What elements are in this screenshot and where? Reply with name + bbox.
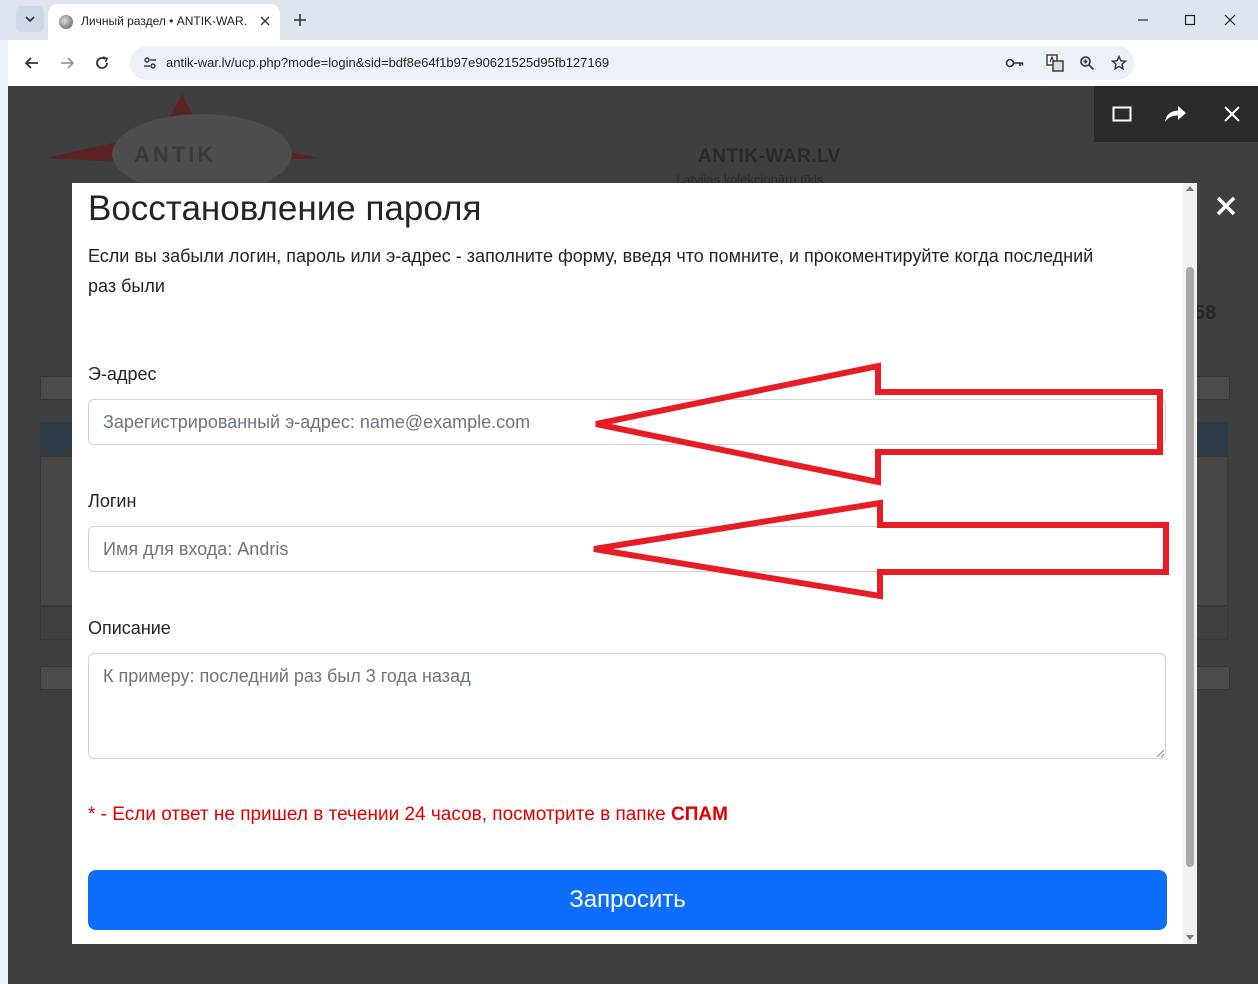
lightbox-share-button[interactable]	[1162, 100, 1190, 128]
forward-button[interactable]	[53, 49, 81, 77]
new-tab-button[interactable]	[288, 8, 312, 32]
share-icon	[1165, 106, 1186, 122]
close-icon	[1216, 196, 1236, 216]
spam-warning: * - Если ответ не пришел в течении 24 ча…	[88, 804, 728, 826]
description-label: Описание	[88, 618, 171, 638]
spam-warning-text: * - Если ответ не пришел в течении 24 ча…	[88, 804, 671, 825]
translate-icon	[1046, 54, 1064, 72]
minimize-button[interactable]	[1128, 6, 1158, 34]
chevron-down-icon	[25, 16, 35, 23]
modal-scrollbar[interactable]	[1183, 183, 1197, 944]
password-key-button[interactable]	[1004, 52, 1026, 74]
tab-close-button[interactable]	[256, 12, 274, 30]
modal-close-button[interactable]	[1212, 192, 1240, 220]
modal-title: Восстановление пароля	[88, 189, 482, 228]
tab-title: Личный раздел • ANTIK-WAR.LV	[81, 14, 246, 28]
zoom-button[interactable]	[1076, 52, 1098, 74]
minimize-icon	[1138, 19, 1148, 21]
scroll-down-arrow-icon[interactable]	[1186, 935, 1194, 940]
browser-toolbar: antik-war.lv/ucp.php?mode=login&sid=bdf8…	[8, 40, 1258, 86]
browser-tab-bar: Личный раздел • ANTIK-WAR.LV	[0, 0, 1258, 40]
close-icon	[260, 16, 270, 26]
browser-tab[interactable]: Личный раздел • ANTIK-WAR.LV	[48, 4, 280, 40]
plus-icon	[294, 14, 306, 26]
email-label: Э-адрес	[88, 364, 157, 384]
login-label: Логин	[88, 491, 137, 511]
expand-icon	[1112, 106, 1132, 122]
back-button[interactable]	[18, 49, 46, 77]
description-textarea[interactable]	[88, 653, 1166, 759]
scroll-thumb[interactable]	[1186, 267, 1194, 867]
spam-warning-strong: СПАМ	[670, 804, 728, 825]
close-icon	[1224, 106, 1240, 122]
left-edge-strip	[0, 40, 8, 984]
lightbox-expand-button[interactable]	[1108, 100, 1136, 128]
site-name: ANTIK-WAR.LV	[698, 146, 841, 167]
password-recovery-modal: Восстановление пароля Если вы забыли лог…	[72, 183, 1197, 944]
bookmark-button[interactable]	[1108, 52, 1130, 74]
url-text: antik-war.lv/ucp.php?mode=login&sid=bdf8…	[166, 55, 610, 70]
close-icon	[1224, 14, 1236, 26]
tab-search-button[interactable]	[16, 6, 44, 32]
login-field[interactable]	[88, 526, 1166, 572]
modal-description: Если вы забыли логин, пароль или э-адрес…	[88, 246, 1094, 296]
lightbox-toolbar	[1094, 86, 1258, 142]
scroll-up-arrow-icon[interactable]	[1186, 186, 1194, 191]
arrow-left-icon	[24, 57, 38, 69]
translate-button[interactable]	[1044, 52, 1066, 74]
reload-button[interactable]	[88, 49, 116, 77]
maximize-button[interactable]	[1175, 6, 1205, 34]
arrow-right-icon	[61, 57, 75, 69]
site-favicon-icon	[59, 15, 73, 29]
tune-icon	[144, 57, 156, 69]
lightbox-close-button[interactable]	[1218, 100, 1246, 128]
address-bar[interactable]: antik-war.lv/ucp.php?mode=login&sid=bdf8…	[130, 46, 1134, 80]
zoom-in-icon	[1080, 56, 1095, 71]
star-icon	[1111, 55, 1127, 71]
site-info-button[interactable]	[140, 53, 160, 73]
window-close-button[interactable]	[1215, 6, 1245, 34]
maximize-icon	[1184, 14, 1196, 26]
background-number: 58	[1194, 302, 1217, 324]
submit-button[interactable]: Запросить	[88, 870, 1167, 930]
email-field[interactable]	[88, 399, 1166, 445]
logo-text: ANTIK	[134, 142, 216, 167]
resize-grip-icon[interactable]	[1156, 749, 1165, 758]
site-logo: ANTIK	[46, 94, 318, 192]
reload-icon	[96, 56, 109, 69]
key-icon	[1005, 58, 1024, 68]
